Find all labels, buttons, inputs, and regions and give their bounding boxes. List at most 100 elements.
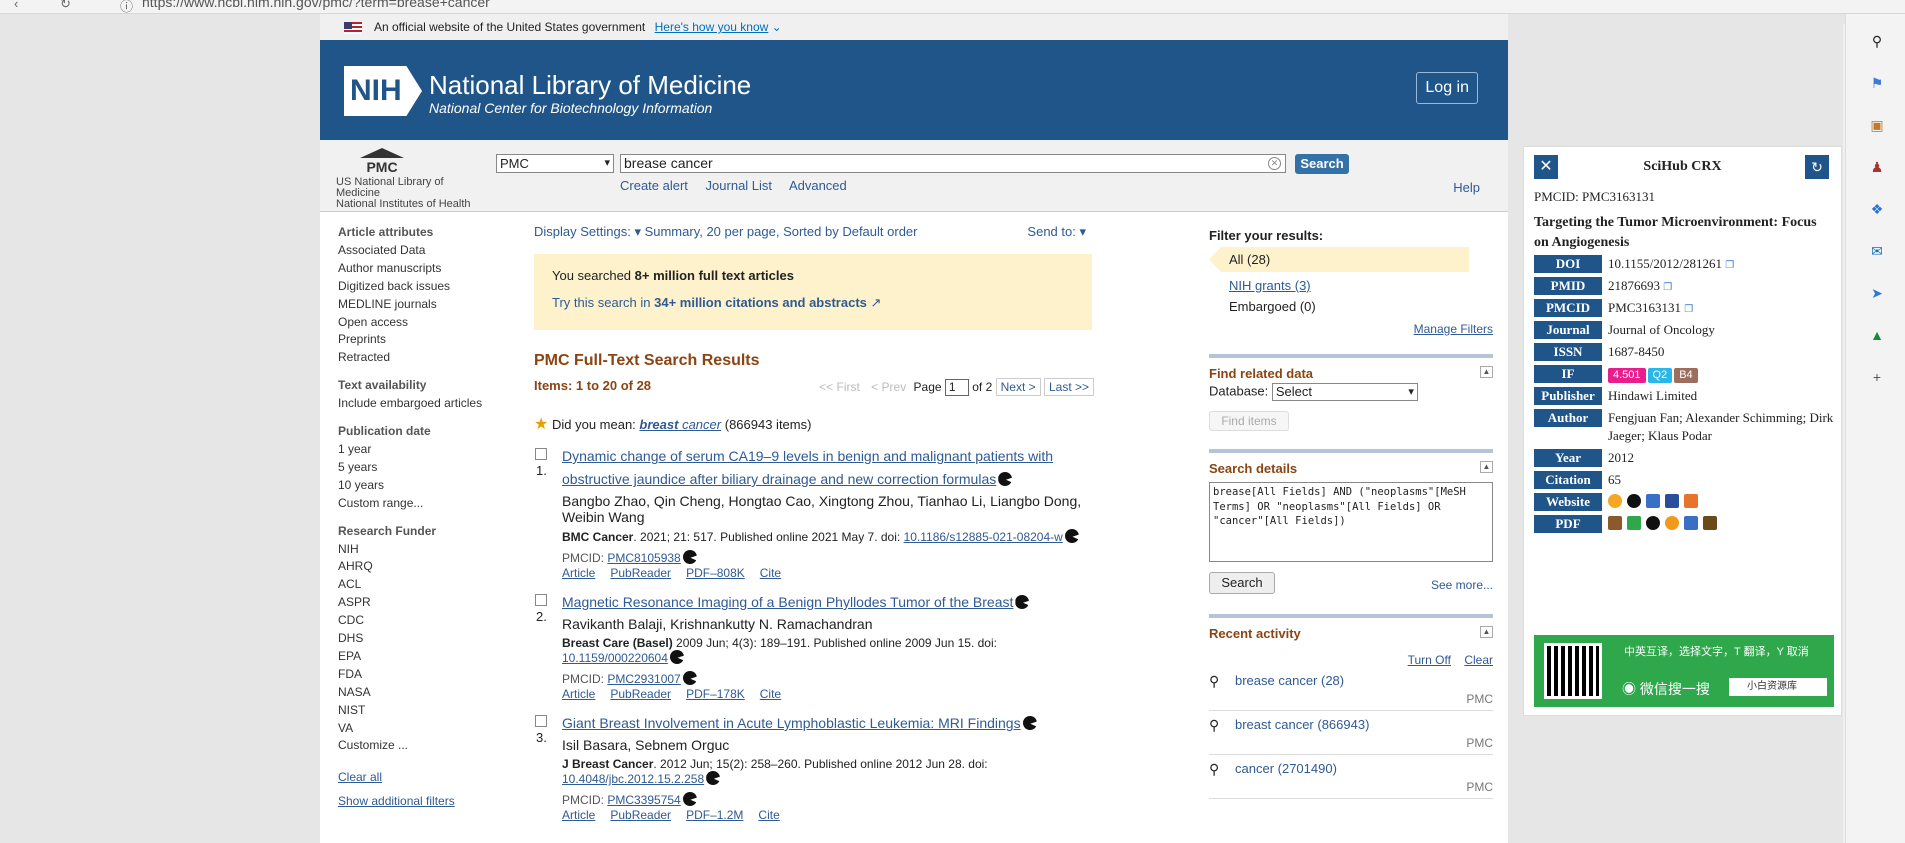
display-settings-label[interactable]: Display Settings: <box>534 224 631 239</box>
collapse-icon[interactable]: ▲ <box>1480 461 1493 473</box>
help-link[interactable]: Help <box>1453 180 1480 195</box>
manage-filters-link[interactable]: Manage Filters <box>1209 322 1493 336</box>
research-funder-filter-item[interactable]: Customize ... <box>338 737 508 755</box>
turn-off-link[interactable]: Turn Off <box>1408 653 1451 667</box>
article-attributes-filter-item[interactable]: Preprints <box>338 331 508 349</box>
research-funder-filter-item[interactable]: ACL <box>338 576 508 594</box>
nih-logo[interactable]: NIH <box>344 66 422 116</box>
website-link-icon-1[interactable] <box>1608 494 1622 508</box>
first-page-button[interactable]: << First <box>815 379 864 395</box>
pdf-link-icon-1[interactable] <box>1608 516 1622 530</box>
research-funder-filter-item[interactable]: CDC <box>338 612 508 630</box>
research-funder-filter-item[interactable]: VA <box>338 720 508 738</box>
heres-how-you-know-link[interactable]: Here's how you know <box>655 20 769 34</box>
try-search-link[interactable]: Try this search in 34+ million citations… <box>552 295 1074 311</box>
doi-link[interactable]: 10.1159/000220604 <box>562 651 668 665</box>
search-details-textarea[interactable]: brease[All Fields] AND ("neoplasms"[MeSH… <box>1209 482 1493 562</box>
find-items-button[interactable]: Find items <box>1209 411 1289 431</box>
article-attributes-filter-item[interactable]: Associated Data <box>338 242 508 260</box>
outlook-icon[interactable]: ✉ <box>1868 242 1886 260</box>
result-link-2[interactable]: PDF–1.2M <box>686 808 743 822</box>
filter-all[interactable]: All (28) <box>1209 247 1469 272</box>
result-link-3[interactable]: Cite <box>760 687 781 701</box>
research-funder-filter-item[interactable]: NIST <box>338 702 508 720</box>
doi-link[interactable]: 10.1186/s12885-021-08204-w <box>904 530 1063 544</box>
recent-activity-item[interactable]: ⚲ brease cancer (28) PMC <box>1209 667 1493 711</box>
advanced-link[interactable]: Advanced <box>789 178 847 193</box>
result-checkbox[interactable] <box>535 715 547 727</box>
article-attributes-filter-item[interactable]: Open access <box>338 314 508 332</box>
site-title[interactable]: National Library of Medicine <box>429 70 751 101</box>
clear-link[interactable]: Clear <box>1464 653 1493 667</box>
see-more-link[interactable]: See more... <box>1431 578 1493 592</box>
add-icon[interactable]: + <box>1868 368 1886 386</box>
result-link-2[interactable]: PDF–808K <box>686 566 745 580</box>
pmcid-link[interactable]: PMC3395754 <box>607 793 680 807</box>
back-icon[interactable]: ‹ <box>14 0 18 11</box>
scihub-icon[interactable] <box>1064 529 1079 543</box>
last-page-button[interactable]: Last >> <box>1043 378 1094 396</box>
recent-activity-item[interactable]: ⚲ breast cancer (866943) PMC <box>1209 711 1493 755</box>
briefcase-icon[interactable]: ▣ <box>1868 116 1886 134</box>
did-you-mean-link[interactable]: breast cancer <box>639 417 721 432</box>
clear-all-link[interactable]: Clear all <box>338 769 508 787</box>
copilot-icon[interactable]: ❖ <box>1868 200 1886 218</box>
scihub-icon[interactable] <box>1015 595 1030 609</box>
article-attributes-filter-item[interactable]: Retracted <box>338 349 508 367</box>
research-funder-filter-item[interactable]: ASPR <box>338 594 508 612</box>
pdf-link-icon-5[interactable] <box>1684 516 1698 530</box>
pmcid-link[interactable]: PMC2931007 <box>607 672 680 686</box>
show-additional-filters-link[interactable]: Show additional filters <box>338 793 508 811</box>
collapse-icon[interactable]: ▲ <box>1480 366 1493 378</box>
result-link-0[interactable]: Article <box>562 566 595 580</box>
research-funder-filter-item[interactable]: EPA <box>338 648 508 666</box>
address-bar[interactable]: https://www.ncbi.nlm.nih.gov/pmc/?term=b… <box>142 0 490 10</box>
pmcid-value[interactable]: PMC3163131 ❐ <box>1608 299 1834 319</box>
publication-date-filter-item[interactable]: Custom range... <box>338 495 508 513</box>
database-icon[interactable] <box>1646 494 1660 508</box>
scihub-icon[interactable] <box>706 771 721 785</box>
recent-activity-item[interactable]: ⚲ cancer (2701490) PMC <box>1209 755 1493 799</box>
result-checkbox[interactable] <box>535 448 547 460</box>
article-attributes-filter-item[interactable]: Digitized back issues <box>338 278 508 296</box>
research-funder-filter-item[interactable]: AHRQ <box>338 558 508 576</box>
pmc-logo[interactable]: PMC <box>360 148 404 175</box>
scihub-icon[interactable] <box>998 472 1013 486</box>
reload-icon[interactable]: ↻ <box>60 0 71 12</box>
games-icon[interactable]: ♟ <box>1868 158 1886 176</box>
recent-search-link[interactable]: brease cancer (28) <box>1235 673 1344 688</box>
publication-date-filter-item[interactable]: 1 year <box>338 441 508 459</box>
wechat-search-box[interactable]: 小白资源库 <box>1729 678 1827 696</box>
next-page-button[interactable]: Next > <box>995 378 1041 396</box>
publication-date-filter-item[interactable]: 10 years <box>338 477 508 495</box>
result-link-3[interactable]: Cite <box>760 566 781 580</box>
recent-search-link[interactable]: cancer (2701490) <box>1235 761 1337 776</box>
result-link-0[interactable]: Article <box>562 687 595 701</box>
scihub-icon[interactable] <box>682 671 697 685</box>
result-title-link[interactable]: Magnetic Resonance Imaging of a Benign P… <box>562 594 1013 610</box>
database-select[interactable]: PMC <box>496 154 614 173</box>
research-funder-filter-item[interactable]: FDA <box>338 666 508 684</box>
result-title-link[interactable]: Giant Breast Involvement in Acute Lympho… <box>562 715 1021 731</box>
result-title-link[interactable]: Dynamic change of serum CA19–9 levels in… <box>562 448 1053 487</box>
doi-link[interactable]: 10.4048/jbc.2012.15.2.258 <box>562 772 704 786</box>
login-button[interactable]: Log in <box>1416 72 1478 104</box>
result-link-1[interactable]: PubReader <box>610 687 671 701</box>
journal-list-link[interactable]: Journal List <box>706 178 772 193</box>
pmcid-link[interactable]: PMC8105938 <box>607 551 680 565</box>
prev-page-button[interactable]: < Prev <box>867 379 910 395</box>
doi-value[interactable]: 10.1155/2012/281261 ❐ <box>1608 255 1834 275</box>
wechat-ad-banner[interactable]: 中英互译，选择文字，T 翻译，Y 取消 ◉ 微信搜一搜 小白资源库 <box>1534 635 1834 707</box>
result-link-0[interactable]: Article <box>562 808 595 822</box>
open-access-icon[interactable] <box>1665 516 1679 530</box>
text-availability-filter-item[interactable]: Include embargoed articles <box>338 395 508 413</box>
collapse-icon[interactable]: ▲ <box>1480 626 1493 638</box>
stack-icon[interactable] <box>1684 494 1698 508</box>
result-link-2[interactable]: PDF–178K <box>686 687 745 701</box>
scihub-icon[interactable] <box>669 650 684 664</box>
research-funder-filter-item[interactable]: NASA <box>338 684 508 702</box>
search-button[interactable]: Search <box>1295 154 1349 174</box>
result-link-1[interactable]: PubReader <box>610 566 671 580</box>
search-input[interactable]: brease cancer ✕ <box>620 154 1286 173</box>
pdf-link-icon-2[interactable] <box>1627 516 1641 530</box>
